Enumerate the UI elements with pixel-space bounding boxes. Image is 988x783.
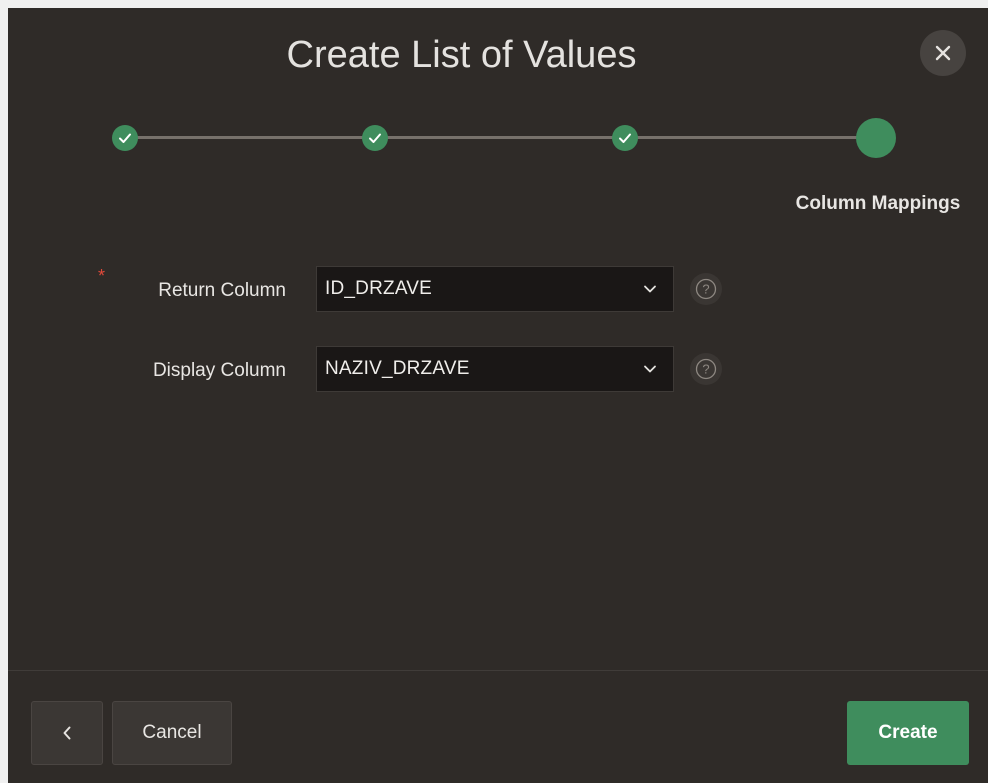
check-icon bbox=[119, 133, 131, 143]
close-button[interactable] bbox=[920, 30, 966, 76]
wizard-step-2 bbox=[362, 125, 388, 151]
display-column-label: Display Column bbox=[152, 360, 286, 381]
chevron-down-icon bbox=[627, 284, 673, 294]
return-column-select[interactable]: ID_DRZAVE bbox=[316, 266, 674, 312]
check-icon bbox=[619, 133, 631, 143]
create-button[interactable]: Create bbox=[847, 701, 969, 765]
wizard-progress: Column Mappings bbox=[8, 118, 988, 214]
return-column-row: * Return Column ID_DRZAVE ? bbox=[8, 266, 988, 314]
cancel-button[interactable]: Cancel bbox=[112, 701, 232, 765]
check-icon bbox=[369, 133, 381, 143]
chevron-left-icon bbox=[63, 726, 71, 740]
close-icon bbox=[935, 45, 951, 61]
create-lov-dialog: Create List of Values Column Mappings * … bbox=[8, 8, 988, 783]
display-column-value: NAZIV_DRZAVE bbox=[325, 358, 470, 379]
wizard-step-4-current bbox=[856, 118, 896, 158]
dialog-title: Create List of Values bbox=[286, 34, 637, 76]
return-column-label: Return Column bbox=[158, 280, 286, 301]
wizard-step-1 bbox=[112, 125, 138, 151]
return-column-help-button[interactable]: ? bbox=[690, 273, 722, 305]
previous-button[interactable] bbox=[31, 701, 103, 765]
current-step-label: Column Mappings bbox=[795, 193, 961, 214]
wizard-track bbox=[125, 136, 876, 139]
return-column-value: ID_DRZAVE bbox=[325, 278, 433, 299]
footer-divider bbox=[8, 670, 988, 671]
chevron-down-icon bbox=[627, 364, 673, 374]
help-icon: ? bbox=[695, 358, 717, 380]
required-indicator: * bbox=[98, 266, 106, 286]
display-column-select[interactable]: NAZIV_DRZAVE bbox=[316, 346, 674, 392]
help-icon: ? bbox=[695, 278, 717, 300]
wizard-step-3 bbox=[612, 125, 638, 151]
help-glyph: ? bbox=[702, 362, 709, 377]
help-glyph: ? bbox=[702, 282, 709, 297]
display-column-help-button[interactable]: ? bbox=[690, 353, 722, 385]
display-column-row: Display Column NAZIV_DRZAVE ? bbox=[8, 346, 988, 394]
